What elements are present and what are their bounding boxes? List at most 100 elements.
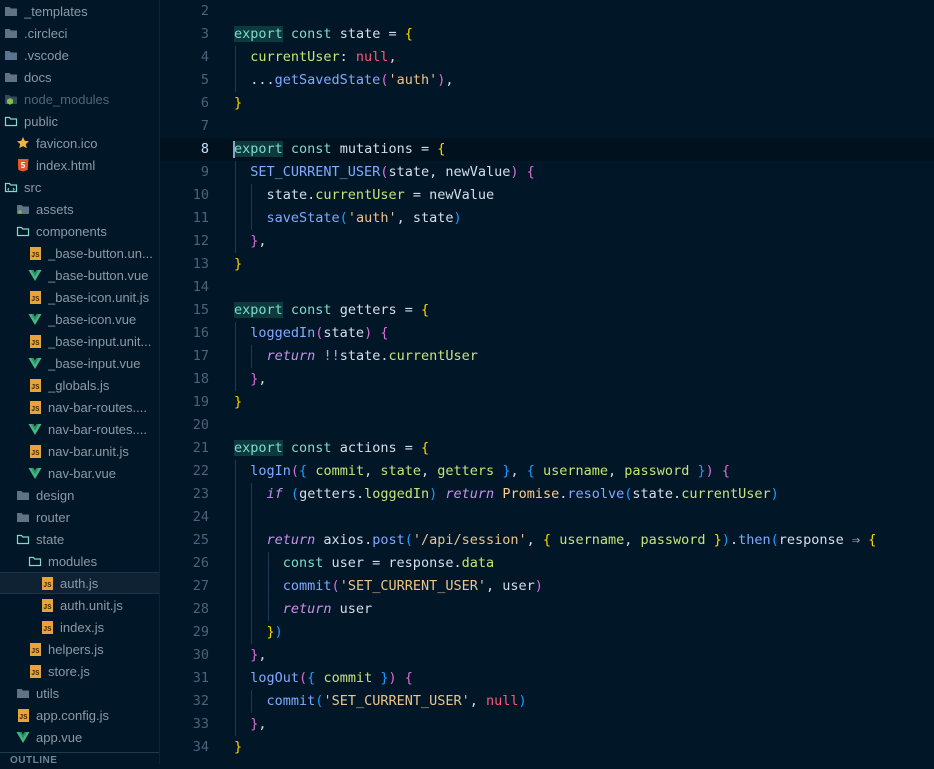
code-token: return: [445, 486, 495, 502]
tree-item[interactable]: _templates: [0, 0, 159, 22]
tree-item[interactable]: JS auth.js: [0, 572, 159, 594]
code-line[interactable]: 29}): [160, 621, 934, 644]
tree-item[interactable]: JS auth.unit.js: [0, 594, 159, 616]
code-token: commit: [266, 693, 316, 709]
file-explorer-sidebar: _templates .circleci .vscode docs node_modul…: [0, 0, 160, 764]
tree-item-label: docs: [24, 69, 52, 85]
code-line[interactable]: 16 loggedIn(state) {: [160, 322, 934, 345]
code-line[interactable]: 7: [160, 115, 934, 138]
code-editor[interactable]: 2 3 export const state = {4 currentUser: nu…: [160, 0, 934, 764]
code-line[interactable]: 25 return axios.post('/api/session', { us…: [160, 529, 934, 552]
code-line[interactable]: 11 saveState('auth', state): [160, 207, 934, 230]
line-number: 24: [192, 509, 209, 525]
code-line[interactable]: 17 return !!state.currentUser: [160, 345, 934, 368]
code-token: state.: [339, 348, 389, 364]
tree-item[interactable]: _base-button.vue: [0, 264, 159, 286]
tree-item[interactable]: modules: [0, 550, 159, 572]
code-line[interactable]: 27 commit('SET_CURRENT_USER', user): [160, 575, 934, 598]
tree-item[interactable]: JS nav-bar-routes....: [0, 396, 159, 418]
tree-item[interactable]: _base-icon.vue: [0, 308, 159, 330]
code-line[interactable]: 30},: [160, 644, 934, 667]
code-token: data: [461, 555, 495, 571]
tree-item[interactable]: design: [0, 484, 159, 506]
code-line[interactable]: 10 state.currentUser = newValue: [160, 184, 934, 207]
tree-item[interactable]: _base-input.vue: [0, 352, 159, 374]
code-token: logIn: [250, 463, 291, 479]
tree-item[interactable]: JS store.js: [0, 660, 159, 682]
vue-icon: [28, 268, 42, 282]
code-token: {: [721, 463, 731, 479]
code-line[interactable]: 34}: [160, 736, 934, 759]
outline-section-header[interactable]: OUTLINE: [0, 752, 159, 766]
code-token: return: [266, 348, 316, 364]
indent-guide: [235, 690, 236, 713]
code-token: }: [697, 463, 706, 479]
indent-guide: [251, 690, 253, 713]
tree-item[interactable]: JS _base-input.unit...: [0, 330, 159, 352]
code-token: loggedIn: [364, 486, 430, 502]
tree-item[interactable]: .vscode: [0, 44, 159, 66]
code-token: username: [543, 463, 609, 479]
js-file-icon: JS: [28, 444, 42, 458]
code-line[interactable]: 4 currentUser: null,: [160, 46, 934, 69]
code-line[interactable]: 14: [160, 276, 934, 299]
tree-item[interactable]: JS index.js: [0, 616, 159, 638]
code-line[interactable]: 33},: [160, 713, 934, 736]
tree-item[interactable]: node_modules: [0, 88, 159, 110]
code-line[interactable]: 18},: [160, 368, 934, 391]
code-line[interactable]: 6}: [160, 92, 934, 115]
tree-item[interactable]: JS nav-bar.unit.js: [0, 440, 159, 462]
indent-guide: [251, 552, 253, 575]
code-token: state: [380, 463, 421, 479]
code-token: ): [705, 463, 714, 479]
code-line[interactable]: 12},: [160, 230, 934, 253]
code-line[interactable]: 19}: [160, 391, 934, 414]
code-text: commit('SET_CURRENT_USER', null): [267, 690, 527, 713]
code-line[interactable]: 32 commit('SET_CURRENT_USER', null): [160, 690, 934, 713]
tree-item[interactable]: .circleci: [0, 22, 159, 44]
code-line[interactable]: 24: [160, 506, 934, 529]
tree-item[interactable]: app.vue: [0, 726, 159, 748]
tree-item[interactable]: JS _base-icon.unit.js: [0, 286, 159, 308]
tree-item[interactable]: docs: [0, 66, 159, 88]
code-text: }: [234, 736, 242, 759]
tree-item[interactable]: nav-bar.vue: [0, 462, 159, 484]
code-token: ,: [258, 233, 267, 249]
tree-item[interactable]: src: [0, 176, 159, 198]
line-number: 32: [192, 693, 209, 709]
tree-item[interactable]: JS _base-button.un...: [0, 242, 159, 264]
tree-item[interactable]: JS _globals.js: [0, 374, 159, 396]
code-line[interactable]: 8 export const mutations = {: [160, 138, 934, 161]
tree-item[interactable]: JS helpers.js: [0, 638, 159, 660]
code-line[interactable]: 13}: [160, 253, 934, 276]
code-line[interactable]: 2: [160, 0, 934, 23]
tree-item[interactable]: router: [0, 506, 159, 528]
code-token: {: [420, 302, 430, 318]
code-line[interactable]: 23 if (getters.loggedIn) return Promise.r…: [160, 483, 934, 506]
code-token: ,: [258, 716, 267, 732]
code-line[interactable]: 20: [160, 414, 934, 437]
code-line[interactable]: 15 export const getters = {: [160, 299, 934, 322]
tree-item[interactable]: favicon.ico: [0, 132, 159, 154]
code-text: return !!state.currentUser: [267, 345, 478, 368]
tree-item[interactable]: JS app.config.js: [0, 704, 159, 726]
code-token: state: [266, 187, 308, 203]
tree-item[interactable]: assets: [0, 198, 159, 220]
tree-item[interactable]: components: [0, 220, 159, 242]
tree-item[interactable]: 5 index.html: [0, 154, 159, 176]
code-token: getters =: [331, 302, 421, 318]
code-line[interactable]: 5 ...getSavedState('auth'),: [160, 69, 934, 92]
code-line[interactable]: 9 SET_CURRENT_USER(state, newValue) {: [160, 161, 934, 184]
tree-item[interactable]: utils: [0, 682, 159, 704]
code-line[interactable]: 3 export const state = {: [160, 23, 934, 46]
code-line[interactable]: 31 logOut({ commit }) {: [160, 667, 934, 690]
tree-item[interactable]: public: [0, 110, 159, 132]
code-line[interactable]: 21 export const actions = {: [160, 437, 934, 460]
code-line[interactable]: 26 const user = response.data: [160, 552, 934, 575]
tree-item[interactable]: state: [0, 528, 159, 550]
code-text: SET_CURRENT_USER(state, newValue) {: [250, 161, 535, 184]
code-line[interactable]: 28 return user: [160, 598, 934, 621]
code-token: ): [510, 164, 519, 180]
tree-item[interactable]: nav-bar-routes....: [0, 418, 159, 440]
code-line[interactable]: 22 logIn({ commit, state, getters }, { us…: [160, 460, 934, 483]
